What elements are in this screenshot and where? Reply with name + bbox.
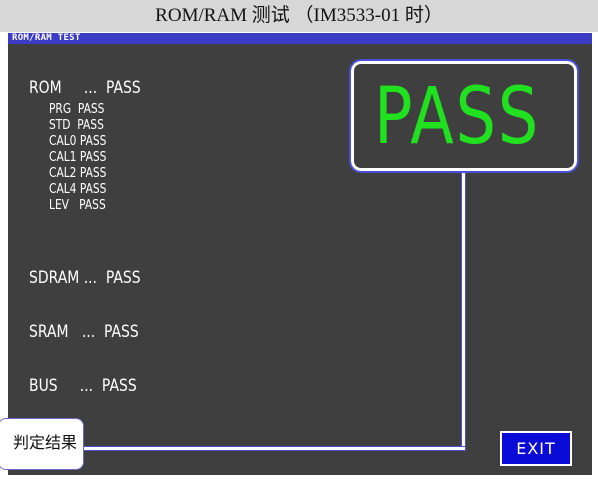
bus-result: BUS ... PASS [29,376,137,396]
rom-item-cal1: CAL1 PASS [49,150,107,165]
rom-item-lev: LEV PASS [49,198,106,213]
screen-title: ROM/RAM TEST [12,33,81,43]
rom-item-cal4: CAL4 PASS [49,182,107,197]
rom-result: ROM ... PASS [29,78,141,98]
callout-leader-vertical [462,171,465,450]
judgement-value: PASS [374,72,540,162]
rom-item-prg: PRG PASS [49,102,105,117]
screen-title-bar: ROM/RAM TEST [8,32,592,44]
figure-caption: ROM/RAM 测试 （IM3533-01 时） [0,0,598,32]
judgement-indicator: PASS [349,59,579,173]
sram-result: SRAM ... PASS [29,322,139,342]
exit-button[interactable]: EXIT [500,431,572,466]
rom-item-cal0: CAL0 PASS [49,134,107,149]
callout-leader-horizontal [82,447,465,450]
rom-item-std: STD PASS [49,118,104,133]
judgement-callout: 判定结果 [0,418,84,470]
sdram-result: SDRAM ... PASS [29,268,141,288]
rom-item-cal2: CAL2 PASS [49,166,107,181]
callout-label: 判定结果 [12,433,77,452]
